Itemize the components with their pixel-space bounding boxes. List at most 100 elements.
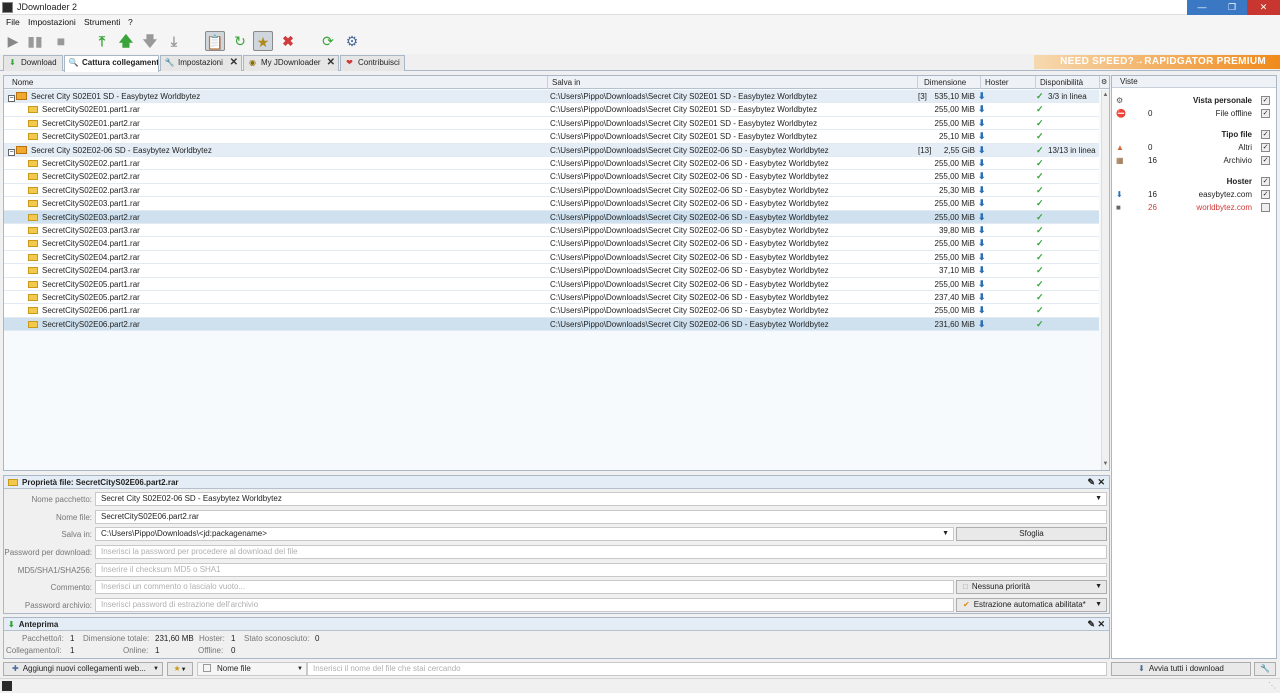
premium-promo-banner[interactable]: NEED SPEED?→RAPIDGATOR PREMIUM [1034,55,1280,69]
column-header-size[interactable]: Dimensione [918,76,981,89]
table-row[interactable]: SecretCityS02E04.part1.rar C:\Users\Pippo… [4,237,1099,251]
collapse-icon[interactable]: − [8,148,15,156]
auto-extract-dropdown[interactable]: ✔ Estrazione automatica abilitata* ▼ [956,598,1107,612]
priority-dropdown[interactable]: □ Nessuna priorità ▼ [956,580,1107,594]
table-row[interactable]: SecretCityS02E05.part2.rar C:\Users\Pippo… [4,291,1099,305]
stat-hoster-label: Hoster: [199,634,225,643]
resize-grip-icon[interactable]: ⋱ [1268,681,1276,690]
reconnect-icon[interactable]: ↻ [230,31,250,51]
close-panel-icon[interactable]: ✕ [1097,476,1105,489]
table-row[interactable]: SecretCityS02E03.part2.rar C:\Users\Pippo… [4,210,1099,224]
view-filter-item[interactable]: ▦ 16 Archivio ✓ [1112,154,1276,167]
close-tab-icon[interactable]: ✕ [327,56,335,70]
table-row[interactable]: SecretCityS02E02.part1.rar C:\Users\Pippo… [4,157,1099,171]
table-row[interactable]: SecretCityS02E06.part2.rar C:\Users\Pippo… [4,317,1099,332]
browse-button[interactable]: Sfoglia [956,527,1107,541]
package-row[interactable]: − Secret City S02E02-06 SD - Easybytez Wo… [4,143,1099,157]
clipboard-icon[interactable]: 📋 [205,31,225,51]
table-row[interactable]: SecretCityS02E02.part3.rar C:\Users\Pippo… [4,183,1099,198]
menu-tools[interactable]: Strumenti [84,17,120,27]
view-checkbox[interactable]: ✓ [1261,143,1270,152]
update-icon[interactable]: ⟳ [318,31,338,51]
table-row[interactable]: SecretCityS02E01.part1.rar C:\Users\Pippo… [4,103,1099,117]
column-header-saveto[interactable]: Salva in [548,76,918,89]
add-links-button[interactable]: ✚ Aggiungi nuovi collegamenti web... ▼ [3,662,163,676]
move-down-icon[interactable]: 🡇 [140,31,160,51]
view-checkbox[interactable]: ✓ [1261,156,1270,165]
table-row[interactable]: SecretCityS02E04.part2.rar C:\Users\Pippo… [4,250,1099,265]
view-checkbox[interactable]: ✓ [1261,109,1270,118]
premium-icon[interactable]: ★ [253,31,273,51]
column-header-hoster[interactable]: Hoster [981,76,1036,89]
view-checkbox[interactable]: ✓ [1261,96,1270,105]
package-row[interactable]: − Secret City S02E01 SD - Easybytez World… [4,90,1099,104]
checksum-field[interactable]: Inserire il checksum MD5 o SHA1 [95,563,1107,577]
archive-password-field[interactable]: Inserisci password di estrazione dell'ar… [95,598,954,612]
view-checkbox[interactable] [1261,203,1270,212]
minimize-button[interactable]: — [1187,0,1217,15]
stop-icon[interactable]: ■ [51,31,71,51]
search-column-dropdown[interactable]: Nome file ▼ [197,662,307,676]
download-password-field[interactable]: Inserisci la password per procedere al d… [95,545,1107,559]
menu-file[interactable]: File [6,17,20,27]
search-input[interactable]: Inserisci il nome del file che stai cerc… [307,662,1107,676]
close-tab-icon[interactable]: ✕ [230,56,238,70]
pin-icon[interactable]: ✎ [1087,618,1095,631]
table-row[interactable]: SecretCityS02E01.part2.rar C:\Users\Pippo… [4,116,1099,131]
tab-download[interactable]: ⬇ Download [3,55,63,71]
move-bottom-icon[interactable]: ⤓ [164,31,184,51]
view-group-header[interactable]: Hoster ✓ [1112,175,1276,188]
view-checkbox[interactable]: ✓ [1261,177,1270,186]
vertical-scrollbar[interactable]: ▲ ▼ [1101,90,1109,470]
app-icon [2,2,13,13]
move-up-icon[interactable]: 🡅 [116,31,136,51]
hoster-icon: ⬇ [978,171,986,182]
package-name-dropdown[interactable]: Secret City S02E02-06 SD - Easybytez Wor… [95,492,1107,506]
move-top-icon[interactable]: ⤒ [92,31,112,51]
view-checkbox[interactable]: ✓ [1261,190,1270,199]
file-name-field[interactable]: SecretCityS02E06.part2.rar [95,510,1107,524]
view-filter-item[interactable]: ⛔ 0 File offline ✓ [1112,107,1276,120]
table-row[interactable]: SecretCityS02E02.part2.rar C:\Users\Pippo… [4,170,1099,184]
view-checkbox[interactable]: ✓ [1261,130,1270,139]
view-filter-item[interactable]: ⬇ 16 easybytez.com ✓ [1112,188,1276,201]
save-to-dropdown[interactable]: C:\Users\Pippo\Downloads\<jd:packagename… [95,527,954,541]
scroll-up-icon[interactable]: ▲ [1102,92,1109,98]
table-row[interactable]: SecretCityS02E06.part1.rar C:\Users\Pippo… [4,304,1099,318]
tab-myjdownloader[interactable]: ◉ My JDownloader ✕ [243,55,339,71]
comment-field[interactable]: Inserisci un commento o lascialo vuoto..… [95,580,954,594]
tab-linkgrabber[interactable]: 🔍 Cattura collegamenti [64,55,159,72]
menu-help[interactable]: ? [128,17,133,27]
maximize-button[interactable]: ❐ [1217,0,1247,15]
column-header-name[interactable]: Nome [8,76,548,89]
pin-icon[interactable]: ✎ [1087,476,1095,489]
table-row[interactable]: SecretCityS02E05.part1.rar C:\Users\Pippo… [4,277,1099,291]
view-filter-item[interactable]: ▲ 0 Altri ✓ [1112,141,1276,154]
column-settings-icon[interactable]: ⚙ [1100,76,1109,89]
start-all-downloads-button[interactable]: ⬇ Avvia tutti i download [1111,662,1251,676]
clear-list-button[interactable]: ★▼ [167,662,193,676]
menu-settings[interactable]: Impostazioni [28,17,76,27]
close-window-button[interactable]: ✕ [1247,0,1280,15]
hoster-icon: ⬇ [978,198,986,209]
view-filter-item[interactable]: ■ 26 worldbytez.com [1112,201,1276,214]
dropdown-arrow-icon[interactable]: ▼ [1095,493,1102,505]
close-panel-icon[interactable]: ✕ [1097,618,1105,631]
play-icon[interactable]: ▶ [3,31,23,51]
table-row[interactable]: SecretCityS02E01.part3.rar C:\Users\Pippo… [4,130,1099,144]
tab-contribute[interactable]: ❤ Contribuisci [340,55,405,71]
table-row[interactable]: SecretCityS02E03.part1.rar C:\Users\Pippo… [4,197,1099,211]
dropdown-arrow-icon[interactable]: ▼ [942,528,949,540]
column-header-availability[interactable]: Disponibilità [1036,76,1100,89]
settings-icon[interactable]: ⚙ [342,31,362,51]
view-group-header[interactable]: Tipo file ✓ [1112,128,1276,141]
collapse-icon[interactable]: − [8,95,15,102]
table-row[interactable]: SecretCityS02E03.part3.rar C:\Users\Pippo… [4,224,1099,238]
pause-icon[interactable]: ▮▮ [25,31,45,51]
table-row[interactable]: SecretCityS02E04.part3.rar C:\Users\Pippo… [4,264,1099,278]
clear-icon[interactable]: ✖ [278,31,298,51]
view-group-header[interactable]: ⚙ Vista personale ✓ [1112,94,1276,107]
scroll-down-icon[interactable]: ▼ [1102,461,1109,467]
linkgrabber-settings-button[interactable]: 🔧 [1254,662,1276,676]
tab-settings[interactable]: 🔧 Impostazioni ✕ [160,55,242,71]
